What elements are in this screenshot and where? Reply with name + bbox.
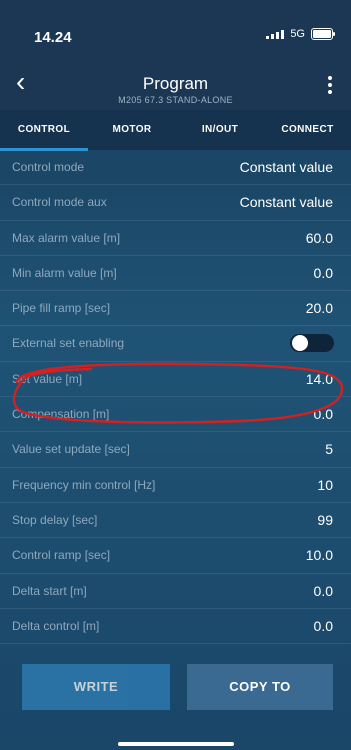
param-label: Delta start [m]: [12, 583, 87, 598]
param-label: Max alarm value [m]: [12, 230, 121, 245]
param-value: Constant value: [239, 159, 333, 175]
battery-icon: [311, 28, 335, 40]
network-label: 5G: [290, 28, 305, 40]
param-row-external-set-enabling: External set enabling: [0, 326, 351, 362]
param-value: 0.0: [313, 617, 333, 634]
tab-control[interactable]: CONTROL: [0, 110, 88, 150]
page-subtitle: M205 67.3 STAND-ALONE: [118, 95, 233, 105]
param-label: Control mode aux: [12, 195, 107, 210]
more-options-icon[interactable]: [327, 76, 333, 94]
param-value: Constant value: [239, 194, 333, 211]
param-row-frequency-min-control[interactable]: Frequency min control [Hz] 10: [0, 468, 351, 503]
home-indicator[interactable]: [118, 742, 234, 746]
tab-in-out[interactable]: IN/OUT: [176, 110, 264, 150]
param-row-pipe-fill-ramp[interactable]: Pipe fill ramp [sec] 20.0: [0, 291, 351, 327]
param-row-stop-delay[interactable]: Stop delay [sec] 99: [0, 503, 351, 539]
status-indicators: 5G: [266, 28, 335, 40]
param-row-control-mode[interactable]: Control mode Constant value: [0, 150, 351, 186]
param-value: 20.0: [305, 300, 333, 317]
param-value: 14.0: [305, 370, 333, 387]
param-label: Pipe fill ramp [sec]: [12, 301, 111, 316]
copy-to-button[interactable]: COPY TO: [187, 664, 333, 710]
param-row-delta-control[interactable]: Delta control [m] 0.0: [0, 609, 351, 645]
tab-connect[interactable]: CONNECT: [264, 110, 351, 150]
param-row-min-alarm[interactable]: Min alarm value [m] 0.0: [0, 256, 351, 292]
param-row-control-mode-aux[interactable]: Control mode aux Constant value: [0, 185, 351, 221]
status-bar: 14.24 5G: [0, 0, 351, 62]
param-row-value-set-update[interactable]: Value set update [sec] 5: [0, 432, 351, 468]
param-row-control-ramp[interactable]: Control ramp [sec] 10.0: [0, 538, 351, 574]
param-value: 99: [317, 511, 333, 528]
param-label: External set enabling: [12, 336, 125, 351]
param-value: 0.0: [313, 264, 333, 281]
param-label: Delta control [m]: [12, 618, 100, 633]
param-label: Stop delay [sec]: [12, 512, 98, 527]
page-title: Program: [142, 74, 209, 93]
parameter-list: Control mode Constant value Control mode…: [0, 150, 351, 645]
param-label: Control ramp [sec]: [12, 548, 111, 563]
param-value: 10: [317, 476, 333, 493]
status-time: 14.24: [34, 29, 72, 46]
param-label: Set value [m]: [12, 371, 83, 386]
param-label: Min alarm value [m]: [12, 265, 117, 280]
param-value: 0.0: [313, 406, 333, 423]
param-label: Value set update [sec]: [12, 442, 130, 457]
param-row-delta-start[interactable]: Delta start [m] 0.0: [0, 574, 351, 609]
toggle-knob: [292, 335, 308, 352]
tab-motor[interactable]: MOTOR: [88, 110, 176, 150]
tab-bar: CONTROL MOTOR IN/OUT CONNECT: [0, 110, 351, 151]
param-label: Compensation [m]: [12, 407, 110, 422]
param-row-set-value[interactable]: Set value [m] 14.0: [0, 362, 351, 398]
param-value: 60.0: [305, 229, 333, 246]
nav-header: ‹ Program M205 67.3 STAND-ALONE: [0, 62, 351, 110]
signal-icon: [266, 29, 285, 39]
param-value: 10.0: [305, 547, 333, 564]
param-value: 0.0: [313, 582, 333, 599]
param-value: 5: [325, 441, 333, 458]
param-label: Control mode: [12, 160, 85, 174]
param-row-max-alarm[interactable]: Max alarm value [m] 60.0: [0, 221, 351, 256]
param-row-compensation[interactable]: Compensation [m] 0.0: [0, 397, 351, 433]
external-set-toggle[interactable]: [290, 334, 334, 353]
param-label: Frequency min control [Hz]: [12, 477, 156, 492]
write-button[interactable]: WRITE: [22, 664, 170, 710]
